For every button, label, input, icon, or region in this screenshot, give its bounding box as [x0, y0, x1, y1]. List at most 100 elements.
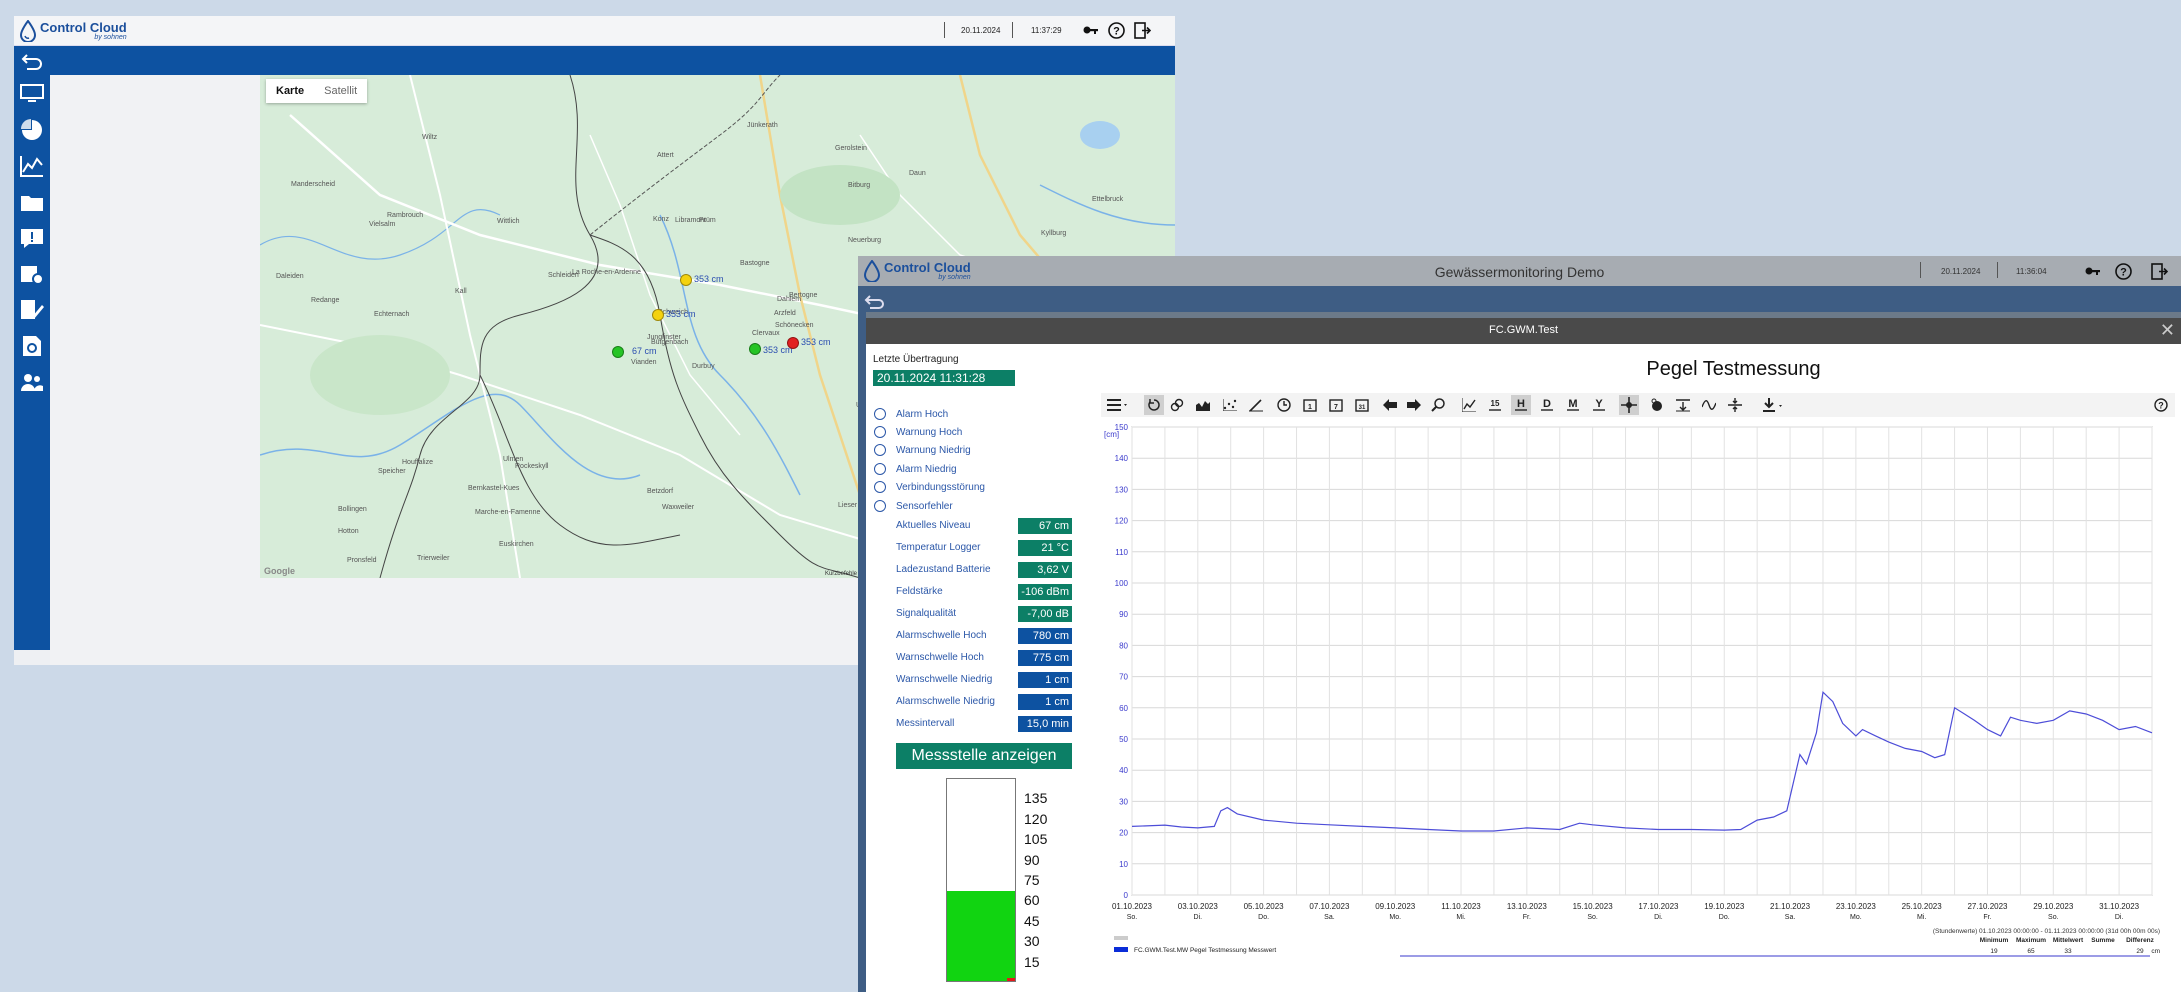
menu-icon[interactable]	[1103, 395, 1133, 415]
report-icon[interactable]	[17, 332, 47, 360]
marker-yellow[interactable]	[680, 274, 692, 286]
map-footer[interactable]: Kurzbefehle	[825, 571, 857, 577]
clock-icon[interactable]	[1274, 395, 1294, 415]
svg-text:7: 7	[1334, 404, 1338, 411]
area-chart-icon[interactable]	[1193, 395, 1213, 415]
alert-icon[interactable]	[17, 224, 47, 252]
tab-karte[interactable]: Karte	[266, 79, 314, 103]
marker-icon[interactable]	[1647, 395, 1667, 415]
x-tick-day: Mo.	[1389, 914, 1401, 921]
interval-month-button[interactable]: M	[1563, 395, 1583, 415]
x-tick-label: 01.10.2023	[1112, 902, 1153, 911]
crosshair-icon[interactable]	[1619, 395, 1639, 415]
show-station-button[interactable]: Messstelle anzeigen	[896, 743, 1072, 769]
monitor-icon[interactable]	[17, 80, 47, 108]
marker-label: 353 cm	[801, 337, 831, 347]
y-tick-label: 10	[1119, 860, 1128, 869]
help-icon[interactable]: ?	[2114, 262, 2132, 280]
arrow-left-icon[interactable]	[1380, 395, 1400, 415]
measurement-label: Signalqualität	[896, 608, 957, 619]
threshold-icon[interactable]	[1673, 395, 1693, 415]
marker-yellow[interactable]	[652, 309, 664, 321]
back-icon[interactable]	[864, 294, 886, 315]
logout-icon[interactable]	[2150, 262, 2168, 280]
calendar-settings-icon[interactable]	[17, 260, 47, 288]
line-chart-icon[interactable]	[1459, 395, 1479, 415]
stats-header: Differenz	[2126, 937, 2155, 944]
measurement-value: 15,0 min	[1018, 716, 1072, 732]
marker-label: 67 cm	[632, 346, 657, 356]
header-blue-bar	[858, 286, 2181, 312]
chart-toolbar: 1 7 31 15 H D M Y ?	[1101, 393, 2175, 417]
zoom-icon[interactable]	[1428, 395, 1448, 415]
scatter-icon[interactable]	[1220, 395, 1240, 415]
marker-green[interactable]	[612, 346, 624, 358]
key-icon[interactable]	[1082, 21, 1100, 39]
back-icon[interactable]	[17, 48, 47, 76]
reset-icon[interactable]	[1144, 395, 1164, 415]
measurement-label: Temperatur Logger	[896, 542, 981, 553]
calendar-7-icon[interactable]: 7	[1326, 395, 1346, 415]
interval-year-button[interactable]: Y	[1589, 395, 1609, 415]
gauge-tick-label: 30	[1024, 933, 1040, 950]
help-icon[interactable]: ?	[2151, 395, 2171, 415]
x-tick-label: 11.10.2023	[1441, 902, 1481, 911]
status-indicator	[874, 408, 886, 420]
compress-icon[interactable]	[1725, 395, 1745, 415]
svg-text:1: 1	[1308, 404, 1312, 411]
interval-day-button[interactable]: D	[1537, 395, 1557, 415]
town-label: Jünkerath	[747, 122, 778, 129]
level-chart[interactable]: 0102030405060708090100110120130140150[cm…	[1100, 421, 2175, 981]
key-icon[interactable]	[2084, 262, 2102, 280]
stats-unit: cm	[2151, 948, 2160, 955]
marker-green[interactable]	[749, 343, 761, 355]
stats-value: 29	[2136, 948, 2144, 955]
y-tick-label: 140	[1115, 454, 1129, 463]
measurement-row: Aktuelles Niveau 67 cm	[896, 518, 1072, 534]
legend-swatch-hidden	[1114, 936, 1128, 940]
town-label: Vianden	[631, 359, 657, 366]
status-label: Warnung Niedrig	[896, 444, 971, 456]
stats-value: 19	[1990, 948, 1998, 955]
calendar-1-icon[interactable]: 1	[1300, 395, 1320, 415]
town-label: Daun	[909, 170, 926, 177]
close-icon[interactable]: ✕	[2160, 320, 2175, 340]
pie-chart-icon[interactable]	[17, 116, 47, 144]
line-chart-icon[interactable]	[17, 152, 47, 180]
edit-document-icon[interactable]	[17, 296, 47, 324]
draw-line-icon[interactable]	[1246, 395, 1266, 415]
town-label: Vielsalm	[369, 221, 396, 228]
link-icon[interactable]	[1167, 395, 1187, 415]
calendar-31-icon[interactable]: 31	[1352, 395, 1372, 415]
interval-15-button[interactable]: 15	[1485, 395, 1505, 415]
x-tick-day: So.	[1587, 914, 1598, 921]
measurement-value: 775 cm	[1018, 650, 1072, 666]
marker-red[interactable]	[787, 337, 799, 349]
users-icon[interactable]	[17, 368, 47, 396]
town-label: Bollingen	[338, 506, 367, 513]
measurement-row: Alarmschwelle Niedrig 1 cm	[896, 694, 1072, 710]
smooth-icon[interactable]	[1699, 395, 1719, 415]
stats-header: Minimum	[1980, 937, 2009, 944]
town-label: Schönecken	[775, 322, 814, 329]
interval-month-label: M	[1568, 398, 1577, 410]
town-label: Rockeskyll	[515, 463, 549, 470]
status-indicator	[874, 426, 886, 438]
logout-icon[interactable]	[1133, 21, 1151, 39]
status-label: Alarm Niedrig	[896, 463, 957, 475]
x-tick-label: 23.10.2023	[1836, 902, 1877, 911]
legend-swatch	[1114, 947, 1128, 952]
measurement-value: 21 °C	[1018, 540, 1072, 556]
status-indicator	[874, 463, 886, 475]
x-tick-day: Sa.	[1324, 914, 1335, 921]
tab-satellit[interactable]: Satellit	[314, 79, 367, 103]
control-cloud-logo[interactable]: Control Cloud by sohnen	[20, 20, 127, 42]
help-icon[interactable]: ?	[1107, 21, 1125, 39]
measurement-label: Alarmschwelle Niedrig	[896, 696, 995, 707]
download-icon[interactable]	[1758, 395, 1788, 415]
x-tick-label: 29.10.2023	[2033, 902, 2074, 911]
arrow-right-icon[interactable]	[1404, 395, 1424, 415]
interval-hour-button[interactable]: H	[1511, 395, 1531, 415]
folder-icon[interactable]	[17, 188, 47, 216]
x-tick-day: Di.	[1654, 914, 1663, 921]
